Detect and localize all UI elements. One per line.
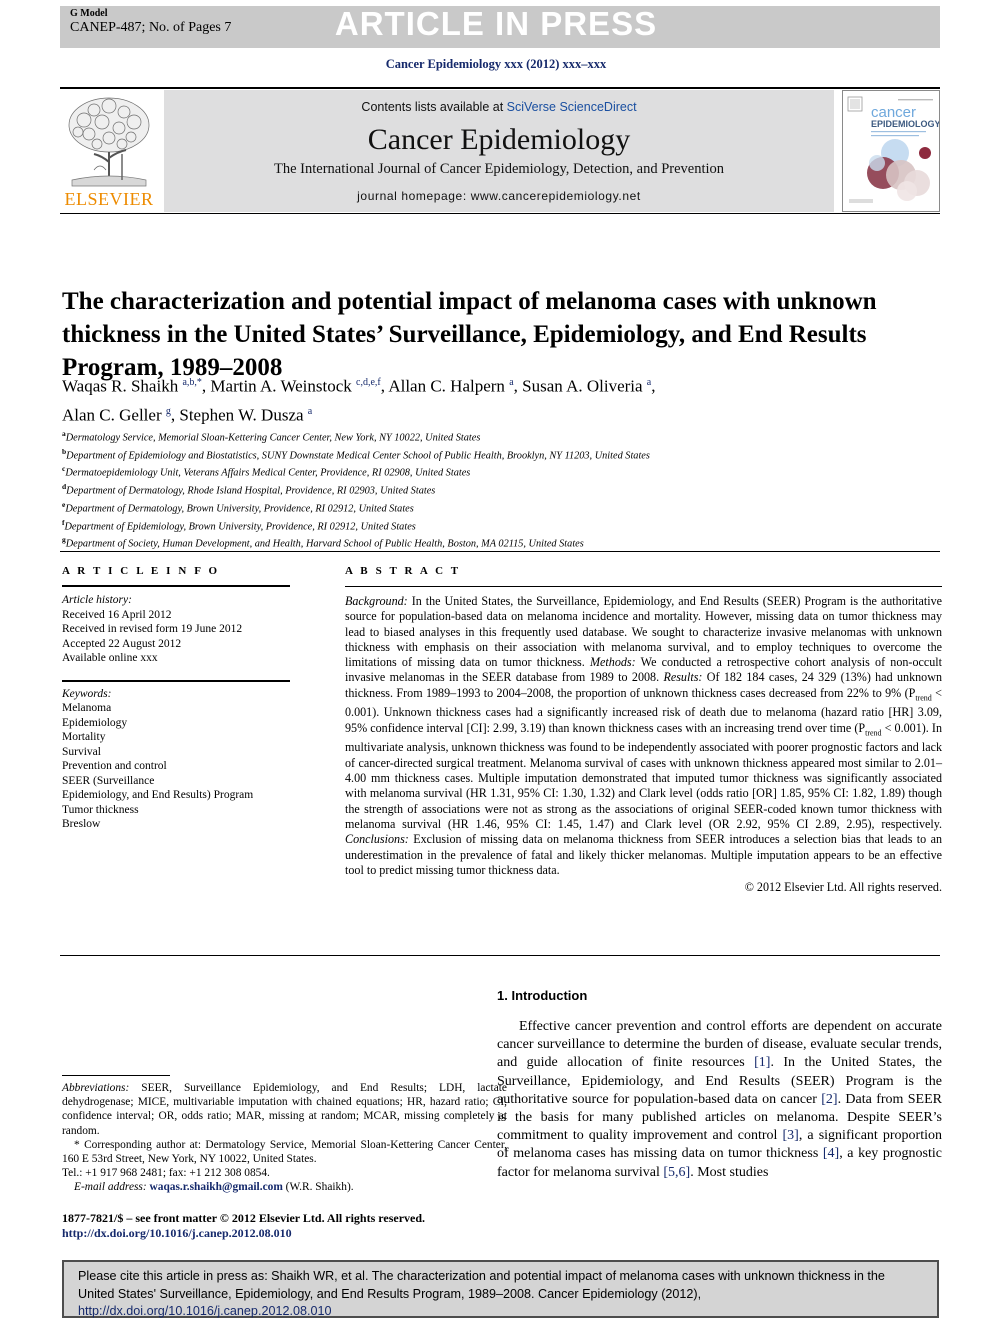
history-item: Accepted 22 August 2012 [62, 637, 182, 650]
front-matter-block: 1877-7821/$ – see front matter © 2012 El… [62, 1211, 507, 1241]
abbreviations-note: Abbreviations: SEER, Surveillance Epidem… [62, 1082, 507, 1137]
keywords-block: Keywords: Melanoma Epidemiology Mortalit… [62, 687, 312, 832]
introduction-paragraph: Effective cancer prevention and control … [497, 1019, 942, 1180]
footnote-block: Abbreviations: SEER, Surveillance Epidem… [62, 1081, 507, 1195]
article-in-press-text: ARTICLE IN PRESS [334, 5, 658, 42]
affiliation-text: Dermatoepidemiology Unit, Veterans Affai… [65, 467, 471, 479]
journal-subtitle: The International Journal of Cancer Epid… [273, 161, 725, 177]
affiliation-item: gDepartment of Society, Human Developmen… [62, 533, 942, 551]
abstract-body: Background: In the United States, the Su… [345, 594, 943, 877]
sciencedirect-link[interactable]: SciVerse ScienceDirect [507, 100, 637, 114]
contents-list-line: Contents lists available at SciVerse Sci… [164, 100, 834, 114]
journal-cover-art: cancer EPIDEMIOLOGY [843, 91, 939, 211]
abstract-band-bottom-rule [60, 955, 940, 956]
journal-homepage-line[interactable]: journal homepage: www.cancerepidemiology… [164, 189, 834, 203]
affiliation-text: Department of Epidemiology and Biostatis… [66, 450, 650, 462]
svg-text:EPIDEMIOLOGY: EPIDEMIOLOGY [871, 119, 939, 129]
journal-citation-line: Cancer Epidemiology xxx (2012) xxx–xxx [385, 57, 607, 71]
affiliation-text: Department of Epidemiology, Brown Univer… [64, 521, 416, 533]
article-history-label: Article history: [62, 594, 132, 606]
keyword-item: Breslow [62, 818, 101, 830]
article-info-column: A R T I C L E I N F O Article history: R… [62, 565, 312, 832]
abstract-column: A B S T R A C T Background: In the Unite… [345, 565, 942, 895]
email-owner: (W.R. Shaikh). [285, 1181, 354, 1194]
paper-page: G Model CANEP-487; No. of Pages 7 ARTICL… [0, 0, 992, 1323]
affiliation-list: aDermatology Service, Memorial Sloan-Ket… [62, 427, 942, 551]
elsevier-wordmark: ELSEVIER [64, 189, 154, 209]
article-info-heading: A R T I C L E I N F O [62, 565, 220, 577]
email-link[interactable]: waqas.r.shaikh@gmail.com [150, 1181, 283, 1193]
keyword-item: Melanoma [62, 702, 112, 714]
keyword-item: Prevention and control [62, 760, 167, 772]
abstract-band-top-rule [60, 551, 940, 552]
contents-prefix: Contents lists available at [361, 100, 507, 114]
introduction-body: Effective cancer prevention and control … [497, 1018, 942, 1182]
cite-this-article-text: Please cite this article in press as: Sh… [78, 1269, 885, 1318]
article-info-rule [62, 585, 290, 587]
keyword-item: SEER (Surveillance [62, 774, 155, 787]
keyword-item: Tumor thickness [62, 803, 139, 816]
author-line-1: Waqas R. Shaikh a,b,*, Martin A. Weinsto… [62, 376, 656, 396]
abstract-copyright: © 2012 Elsevier Ltd. All rights reserved… [744, 880, 942, 895]
affiliation-item: bDepartment of Epidemiology and Biostati… [62, 445, 942, 463]
footnote-rule [62, 1075, 170, 1076]
keywords-rule [62, 679, 290, 682]
keyword-item: Epidemiology, and End Results) Program [62, 789, 254, 801]
introduction-heading: 1. Introduction [497, 988, 588, 1003]
contact-phone: Tel.: +1 917 968 2481; fax: +1 212 308 0… [62, 1167, 270, 1180]
affiliation-item: aDermatology Service, Memorial Sloan-Ket… [62, 427, 942, 445]
corresponding-author-note: * Corresponding author at: Dermatology S… [62, 1138, 507, 1166]
affiliation-text: Department of Dermatology, Brown Univers… [65, 503, 414, 515]
elsevier-logo: ELSEVIER [60, 90, 158, 212]
front-matter-line: 1877-7821/$ – see front matter © 2012 El… [62, 1211, 426, 1225]
keyword-item: Epidemiology [62, 716, 128, 729]
history-item: Received in revised form 19 June 2012 [62, 623, 243, 635]
history-item: Available online xxx [62, 652, 158, 664]
journal-masthead: ELSEVIER Contents lists available at Sci… [60, 90, 940, 212]
keyword-item: Survival [62, 745, 101, 758]
keyword-item: Mortality [62, 731, 106, 743]
history-item: Received 16 April 2012 [62, 608, 172, 621]
page-title: The characterization and potential impac… [62, 287, 877, 381]
masthead-top-rule [60, 87, 940, 89]
journal-title: Cancer Epidemiology [367, 123, 631, 156]
abstract-heading: A B S T R A C T [345, 565, 461, 577]
author-list: Waqas R. Shaikh a,b,*, Martin A. Weinsto… [62, 370, 942, 427]
article-history-block: Article history: Received 16 April 2012 … [62, 593, 312, 666]
affiliation-item: fDepartment of Epidemiology, Brown Unive… [62, 516, 942, 534]
affiliation-item: dDepartment of Dermatology, Rhode Island… [62, 480, 942, 498]
journal-cover-thumbnail: cancer EPIDEMIOLOGY [842, 90, 940, 212]
affiliation-text: Department of Society, Human Development… [65, 538, 584, 550]
affiliation-text: Department of Dermatology, Rhode Island … [66, 485, 436, 497]
affiliation-item: cDermatoepidemiology Unit, Veterans Affa… [62, 462, 942, 480]
author-line-2: Alan C. Geller g, Stephen W. Dusza a [62, 405, 313, 425]
affiliation-item: eDepartment of Dermatology, Brown Univer… [62, 498, 942, 516]
doi-link[interactable]: http://dx.doi.org/10.1016/j.canep.2012.0… [62, 1226, 507, 1241]
email-label: E-mail address: [74, 1181, 147, 1194]
email-note: E-mail address: waqas.r.shaikh@gmail.com… [62, 1180, 507, 1194]
elsevier-tree-icon [68, 97, 150, 187]
abstract-rule [345, 586, 942, 587]
affiliation-text: Dermatology Service, Memorial Sloan-Kett… [65, 432, 481, 444]
keywords-label: Keywords: [62, 687, 112, 700]
masthead-bottom-rule [60, 213, 940, 214]
masthead-center-panel: Contents lists available at SciVerse Sci… [164, 90, 834, 212]
cite-this-article-box: Please cite this article in press as: Sh… [62, 1260, 939, 1318]
